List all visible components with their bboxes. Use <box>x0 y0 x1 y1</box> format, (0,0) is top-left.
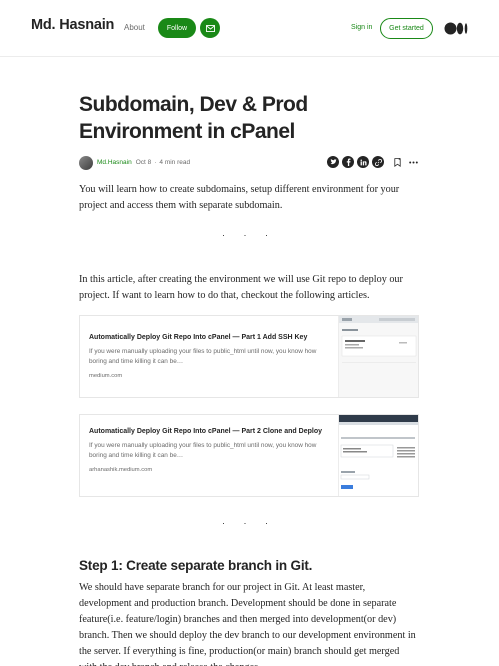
publication-brand[interactable]: Md. Hasnain <box>31 17 114 33</box>
subscribe-email-button[interactable] <box>200 18 220 38</box>
meta-separator: · <box>154 159 157 166</box>
section-separator: · · · <box>222 230 276 240</box>
more-options-icon[interactable] <box>407 156 419 168</box>
step1-paragraph: We should have separate branch for our p… <box>79 582 416 666</box>
deploy-paragraph: In this article, after creating the envi… <box>79 274 403 301</box>
twitter-icon[interactable] <box>327 156 339 168</box>
facebook-icon[interactable] <box>342 156 354 168</box>
article-meta: Md.Hasnain Oct 8 · 4 min read <box>79 155 419 170</box>
link-preview-card[interactable]: Automatically Deploy Git Repo Into cPane… <box>79 315 419 398</box>
follow-button[interactable]: Follow <box>158 18 196 38</box>
medium-logo-icon[interactable] <box>444 22 468 35</box>
linkedin-icon[interactable] <box>357 156 369 168</box>
link-icon[interactable] <box>372 156 384 168</box>
section-separator: · · · <box>222 518 276 528</box>
card-text: Automatically Deploy Git Repo Into cPane… <box>89 333 334 379</box>
about-link[interactable]: About <box>124 23 145 32</box>
card-domain: arhanashik.medium.com <box>89 467 153 473</box>
card-description: If you were manually uploading your file… <box>89 348 317 365</box>
card-domain: medium.com <box>89 373 123 379</box>
card-description: If you were manually uploading your file… <box>89 442 317 459</box>
bookmark-icon[interactable] <box>391 156 403 168</box>
sign-in-link[interactable]: Sign in <box>351 24 372 31</box>
link-preview-card[interactable]: Automatically Deploy Git Repo Into cPane… <box>79 414 419 497</box>
read-time: 4 min read <box>159 159 191 166</box>
article-title: Subdomain, Dev & Prod Environment in cPa… <box>79 93 308 143</box>
card-title: Automatically Deploy Git Repo Into cPane… <box>89 334 308 341</box>
get-started-button[interactable]: Get started <box>380 18 433 39</box>
publish-date: Oct 8 <box>135 159 152 166</box>
author-name[interactable]: Md.Hasnain <box>97 159 132 166</box>
intro-paragraph: You will learn how to create subdomains,… <box>79 184 400 211</box>
author-avatar[interactable] <box>79 155 93 170</box>
top-navigation-bar: Md. Hasnain About Follow Sign in Get sta… <box>0 0 499 57</box>
share-actions <box>327 156 419 168</box>
card-text: Automatically Deploy Git Repo Into cPane… <box>89 427 334 473</box>
step1-heading: Step 1: Create separate branch in Git. <box>79 558 313 573</box>
card-thumbnail <box>338 415 418 496</box>
card-thumbnail <box>338 316 418 397</box>
mail-icon <box>205 24 215 32</box>
card-title: Automatically Deploy Git Repo Into cPane… <box>89 428 322 435</box>
